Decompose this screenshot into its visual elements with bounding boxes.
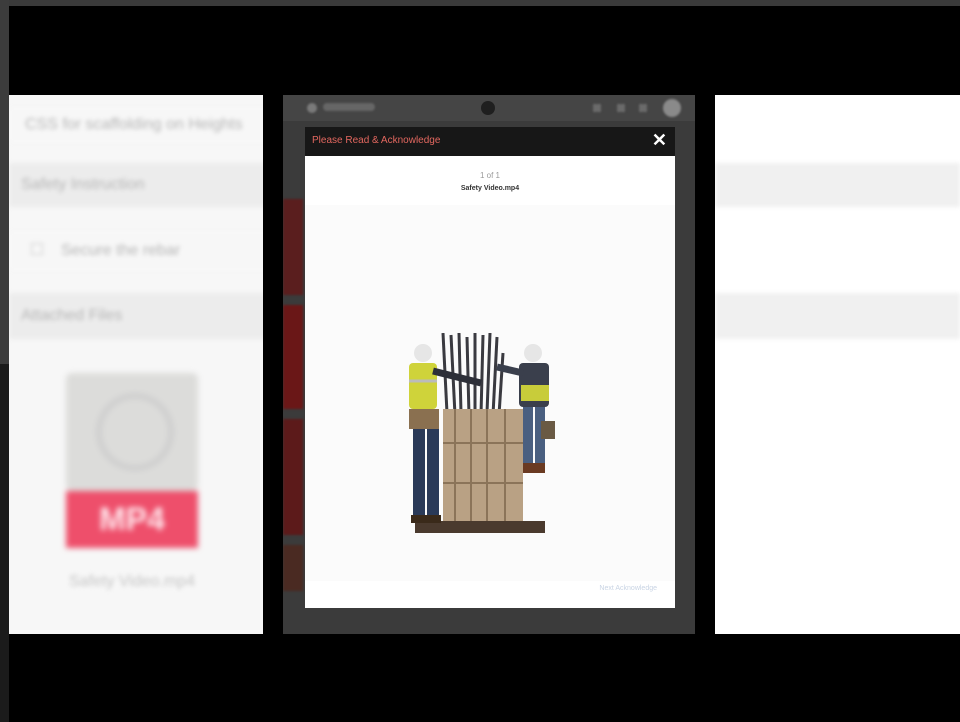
acknowledge-modal: Please Read & Acknowledge ✕ 1 of 1 Safet… [305,127,675,608]
video-file-thumbnail[interactable]: MP4 [66,373,198,548]
section-header-files: Attached Files [9,293,263,339]
right-blurred-panel [715,95,960,634]
play-icon [96,393,174,471]
back-icon[interactable] [307,103,317,113]
file-type-badge: MP4 [66,491,198,548]
avatar[interactable] [663,99,681,117]
left-blurred-panel: CSS for scaffolding on Heights Safety In… [9,95,263,634]
right-section-band [715,293,960,339]
toolbar-action-icon[interactable] [593,104,601,112]
acknowledge-link[interactable]: Next Acknowledge [599,585,657,592]
file-caption[interactable]: Safety Video.mp4 [69,573,195,591]
file-name: Safety Video.mp4 [460,185,520,192]
frame-top-border [0,0,960,6]
toolbar-action-icon[interactable] [617,104,625,112]
toolbar-action-icon[interactable] [639,104,647,112]
list-row-accent [283,545,303,591]
checklist-item[interactable]: Secure the rebar [9,231,263,271]
frame-left-strip-lower [0,364,9,722]
modal-title: Please Read & Acknowledge [312,135,441,146]
task-title: CSS for scaffolding on Heights [9,107,263,143]
toolbar-title-placeholder [323,103,375,111]
tablet-screen: Please Read & Acknowledge ✕ 1 of 1 Safet… [283,95,695,634]
list-row-accent [283,305,303,409]
list-row-accent [283,199,303,295]
right-section-band [715,163,960,207]
app-toolbar [283,95,695,121]
close-icon[interactable]: ✕ [652,130,667,151]
checkbox-icon[interactable] [31,243,43,255]
list-row-accent [283,419,303,535]
video-player[interactable] [305,205,675,581]
app-logo-icon [481,101,495,115]
modal-header: Please Read & Acknowledge ✕ [305,127,675,156]
section-header-safety: Safety Instruction [9,163,263,207]
page-counter: 1 of 1 [479,171,500,180]
checklist-item-label: Secure the rebar [61,242,181,259]
construction-workers-image [409,333,555,533]
frame-left-strip [0,0,9,364]
